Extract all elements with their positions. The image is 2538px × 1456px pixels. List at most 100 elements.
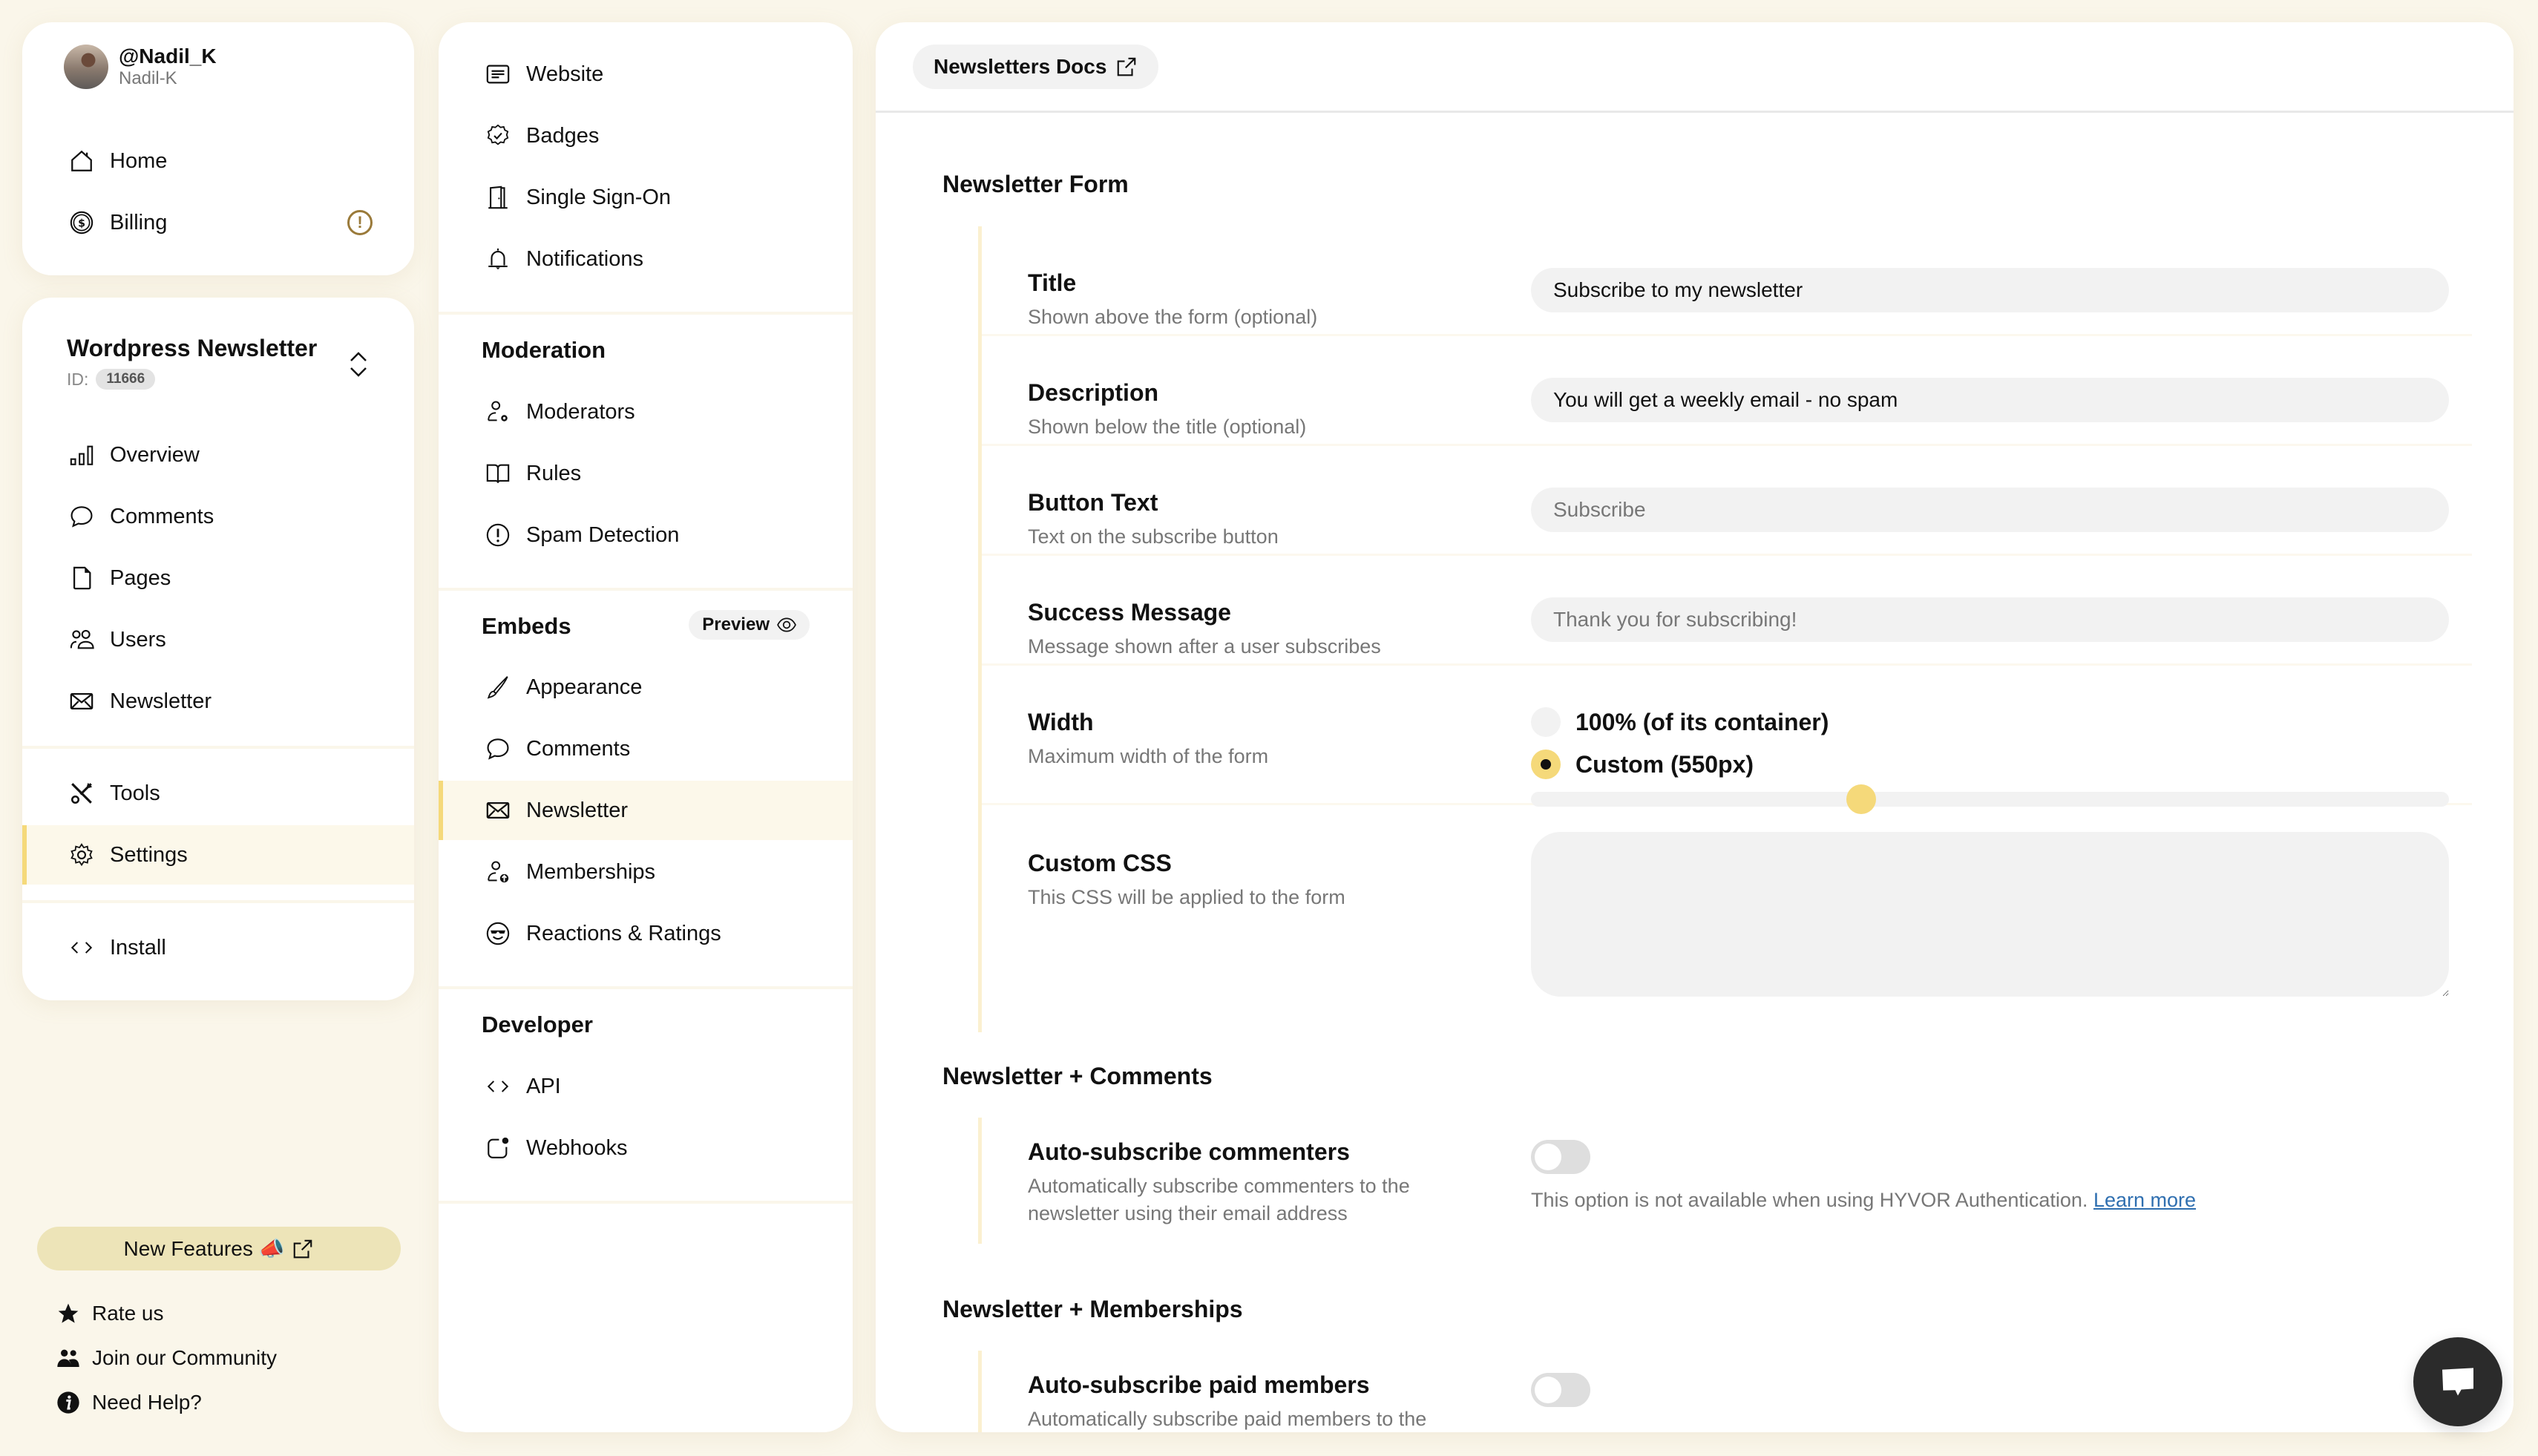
field-row-auto-subscribe-paid-members: Auto-subscribe paid members Automaticall… xyxy=(982,1351,2472,1432)
bar-chart-icon xyxy=(68,442,95,468)
settings-nav-webhooks[interactable]: Webhooks xyxy=(439,1118,853,1178)
field-label: Success Message xyxy=(1028,599,1231,626)
account-card: @Nadil_K Nadil-K Home Billing ! xyxy=(22,22,414,275)
bell-icon xyxy=(485,246,511,272)
join-community-link[interactable]: Join our Community xyxy=(56,1346,277,1370)
nav-item-tools[interactable]: Tools xyxy=(22,764,414,823)
settings-nav-badges[interactable]: Badges xyxy=(439,106,853,165)
nav-item-label: Badges xyxy=(526,123,600,148)
width-option-custom[interactable]: Custom (550px) xyxy=(1531,750,1754,779)
section-title-newsletter-comments: Newsletter + Comments xyxy=(942,1063,1213,1089)
field-row-width: Width Maximum width of the form 100% (of… xyxy=(982,666,2472,814)
user-profile[interactable]: @Nadil_K Nadil-K xyxy=(64,45,217,89)
nav-item-label: Rules xyxy=(526,461,582,485)
chat-icon xyxy=(2442,1368,2473,1396)
nav-item-users[interactable]: Users xyxy=(22,610,414,669)
newsletters-docs-button[interactable]: Newsletters Docs xyxy=(913,45,1159,89)
radio-label: Custom (550px) xyxy=(1575,750,1754,778)
radio-button[interactable] xyxy=(1531,707,1561,737)
settings-nav-website[interactable]: Website xyxy=(439,45,853,104)
exclamation-circle-icon xyxy=(485,522,511,548)
success-message-input[interactable] xyxy=(1531,597,2449,642)
description-input[interactable] xyxy=(1531,378,2449,422)
site-switcher-icon[interactable] xyxy=(347,350,370,379)
nav-item-pages[interactable]: Pages xyxy=(22,548,414,608)
nav-item-comments[interactable]: Comments xyxy=(22,487,414,546)
user-username: Nadil-K xyxy=(119,68,177,88)
divider xyxy=(439,986,853,989)
community-icon xyxy=(56,1346,80,1370)
button-text-input[interactable] xyxy=(1531,488,2449,532)
emoji-sunglasses-icon xyxy=(485,920,511,947)
nav-item-billing[interactable]: Billing ! xyxy=(22,193,414,252)
chat-widget-button[interactable] xyxy=(2413,1337,2502,1426)
users-icon xyxy=(68,626,95,653)
main-panel: Newsletters Docs Newsletter Form Title S… xyxy=(876,22,2514,1432)
nav-item-label: Comments xyxy=(526,736,631,761)
field-label: Description xyxy=(1028,379,1159,406)
nav-item-settings[interactable]: Settings xyxy=(22,825,414,885)
nav-item-label: Appearance xyxy=(526,675,643,699)
info-icon xyxy=(56,1391,80,1414)
chat-bubble-icon xyxy=(485,735,511,762)
main-top-bar: Newsletters Docs xyxy=(876,22,2514,113)
custom-css-textarea[interactable] xyxy=(1531,832,2449,997)
field-label: Width xyxy=(1028,709,1094,735)
webhook-icon xyxy=(485,1135,511,1161)
nav-item-overview[interactable]: Overview xyxy=(22,425,414,485)
new-features-button[interactable]: New Features 📣 xyxy=(37,1227,401,1270)
code-icon xyxy=(68,934,95,961)
title-input[interactable] xyxy=(1531,268,2449,312)
width-option-full[interactable]: 100% (of its container) xyxy=(1531,707,1829,737)
settings-nav-sso[interactable]: Single Sign-On xyxy=(439,168,853,227)
settings-nav-embed-comments[interactable]: Comments xyxy=(439,719,853,778)
billing-alert-icon[interactable]: ! xyxy=(347,210,373,235)
nav-item-label: Reactions & Ratings xyxy=(526,921,721,945)
chat-bubble-icon xyxy=(68,503,95,530)
settings-nav-embed-newsletter[interactable]: Newsletter xyxy=(439,781,853,840)
nav-item-label: API xyxy=(526,1074,561,1098)
avatar[interactable] xyxy=(64,45,108,89)
rate-us-link[interactable]: Rate us xyxy=(56,1302,164,1325)
field-row-auto-subscribe-commenters: Auto-subscribe commenters Automatically … xyxy=(982,1118,2472,1244)
settings-nav-spam-detection[interactable]: Spam Detection xyxy=(439,505,853,565)
new-features-label: New Features 📣 xyxy=(123,1237,285,1260)
need-help-link[interactable]: Need Help? xyxy=(56,1391,202,1414)
preview-label: Preview xyxy=(702,614,770,634)
gear-icon xyxy=(68,842,95,868)
nav-item-label: Tools xyxy=(110,781,160,805)
divider xyxy=(439,1201,853,1204)
auto-subscribe-paid-members-toggle[interactable] xyxy=(1531,1373,1590,1407)
settings-nav-moderators[interactable]: Moderators xyxy=(439,382,853,442)
footer-link-label: Rate us xyxy=(92,1302,164,1325)
preview-button[interactable]: Preview xyxy=(689,610,810,640)
learn-more-link[interactable]: Learn more xyxy=(2093,1189,2196,1211)
nav-item-label: Home xyxy=(110,148,168,173)
settings-nav-reactions-ratings[interactable]: Reactions & Ratings xyxy=(439,904,853,963)
envelope-icon xyxy=(68,688,95,715)
nav-item-label: Website xyxy=(526,62,604,86)
field-label: Title xyxy=(1028,269,1077,296)
nav-item-label: Install xyxy=(110,935,166,960)
nav-item-label: Billing xyxy=(110,210,168,235)
settings-nav-notifications[interactable]: Notifications xyxy=(439,229,853,289)
eye-icon xyxy=(777,615,796,634)
settings-nav-memberships[interactable]: Memberships xyxy=(439,842,853,902)
settings-nav-rules[interactable]: Rules xyxy=(439,444,853,503)
nav-item-home[interactable]: Home xyxy=(22,131,414,191)
field-help: Shown below the title (optional) xyxy=(1028,416,1307,438)
settings-nav-api[interactable]: API xyxy=(439,1057,853,1116)
nav-item-label: Pages xyxy=(110,565,171,590)
divider xyxy=(439,312,853,315)
field-row-custom-css: Custom CSS This CSS will be applied to t… xyxy=(982,805,2472,1032)
radio-button[interactable] xyxy=(1531,750,1561,779)
nav-item-newsletter[interactable]: Newsletter xyxy=(22,672,414,731)
star-icon xyxy=(56,1302,80,1325)
user-handle: @Nadil_K xyxy=(119,45,217,68)
hyvor-auth-note: This option is not available when using … xyxy=(1531,1189,2196,1212)
settings-nav-appearance[interactable]: Appearance xyxy=(439,658,853,717)
auto-subscribe-commenters-toggle[interactable] xyxy=(1531,1140,1590,1174)
section-title-newsletter-memberships: Newsletter + Memberships xyxy=(942,1296,1243,1322)
nav-item-install[interactable]: Install xyxy=(22,918,414,977)
width-slider[interactable] xyxy=(1531,784,2449,814)
